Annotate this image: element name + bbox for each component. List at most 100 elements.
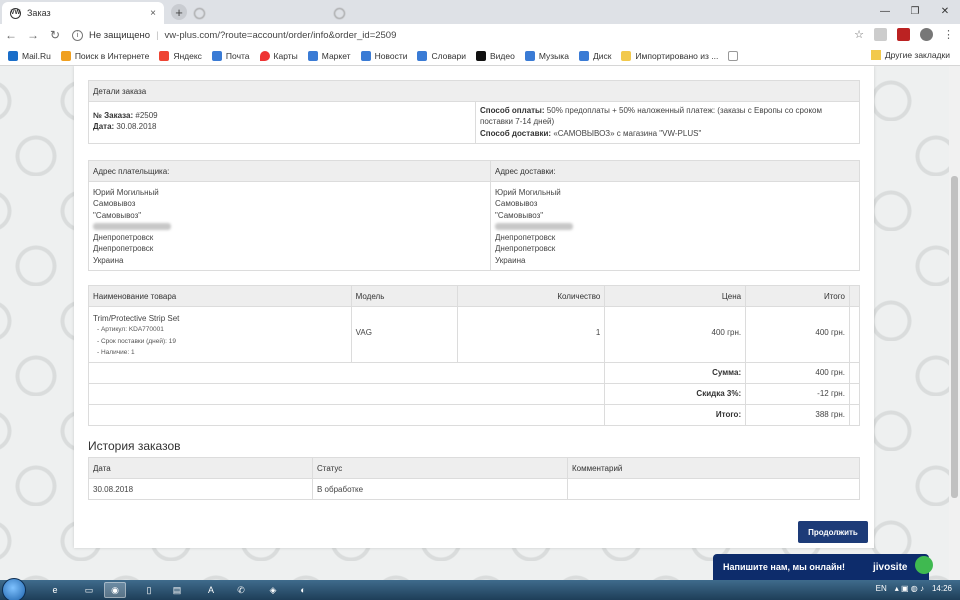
discount-label: Скидка 3%: (604, 382, 747, 405)
col-history-status: Статус (312, 457, 568, 479)
totals-actions (848, 382, 861, 405)
totals-spacer (87, 403, 606, 426)
security-label: Не защищено (89, 29, 151, 41)
subtotal-label: Сумма: (604, 361, 747, 384)
order-date: 30.08.2018 (116, 122, 157, 132)
jivosite-logo: jivosite (873, 561, 908, 573)
shipping-label: Способ доставки: (480, 128, 552, 138)
chrome-icon[interactable]: ◉ (104, 582, 126, 598)
delivery-address: Юрий Могильный Самовывоз "Самовывоз" Дне… (490, 180, 860, 272)
language-indicator[interactable]: EN (876, 584, 887, 593)
extension-shield-icon[interactable] (897, 28, 910, 41)
address-bar[interactable]: i Не защищено | vw-plus.com/?route=accou… (72, 26, 856, 44)
address-line: Самовывоз (93, 199, 136, 209)
start-button[interactable] (2, 578, 26, 600)
bookmark-market[interactable]: Маркет (307, 50, 351, 61)
bookmark-label: Маркет (321, 50, 351, 61)
bookmark-label: Карты (273, 50, 298, 61)
bookmark-label: Поиск в Интернете (74, 50, 150, 61)
app-icon[interactable]: ◈ (262, 582, 284, 598)
url-text[interactable]: vw-plus.com/?route=account/order/info&or… (165, 30, 397, 41)
vw-favicon-icon: VW (10, 7, 21, 19)
history-row: 30.08.2018 В обработке (88, 478, 860, 500)
other-bookmarks[interactable]: Другие закладки (870, 50, 950, 60)
address-line: Днепропетровск (93, 233, 154, 243)
payment-label: Способ оплаты: (480, 106, 545, 115)
bookmark-mailru[interactable]: Mail.Ru (8, 50, 51, 61)
explorer-icon[interactable]: ▭ (78, 582, 100, 598)
order-history-title: История заказов (88, 439, 181, 453)
yandex-icon (159, 50, 170, 61)
redacted-line (495, 221, 855, 232)
address-line: Украина (495, 255, 526, 265)
ie-icon[interactable]: e (44, 582, 66, 598)
order-details-header: Детали заказа (88, 80, 860, 102)
bookmark-star-icon[interactable]: ☆ (854, 28, 864, 41)
col-price: Цена (604, 285, 747, 307)
chat-text: Напишите нам, мы онлайн! (723, 562, 845, 572)
product-option: - Артикул: KDA770001 (97, 326, 164, 334)
bookmark-music[interactable]: Музыка (524, 50, 569, 61)
address-line: "Самовывоз" (495, 210, 544, 220)
bookmark-maps[interactable]: Карты (259, 50, 298, 61)
viber-icon[interactable]: ✆ (230, 582, 252, 598)
bookmark-label: Видео (490, 50, 515, 61)
bookmark-mail[interactable]: Почта (211, 50, 250, 61)
totals-spacer (87, 382, 606, 405)
info-icon[interactable]: i (72, 29, 83, 41)
bookmark-yandex[interactable]: Яндекс (159, 50, 202, 61)
chat-widget[interactable]: Напишите нам, мы онлайн! jivosite (713, 554, 933, 580)
bookmark-label: Почта (225, 50, 250, 61)
browser-toolbar: ← → ↻ i Не защищено | vw-plus.com/?route… (0, 24, 960, 46)
tray-icons[interactable]: ▴ ▣ ◍ ♪ (895, 584, 924, 593)
menu-dots-icon[interactable]: ⋮ (943, 28, 954, 41)
product-name: Trim/Protective Strip Set (93, 314, 180, 323)
tab-background-2[interactable] (326, 2, 466, 24)
app-icon[interactable]: ▤ (166, 582, 188, 598)
totals-actions (848, 361, 861, 384)
bookmark-dictionaries[interactable]: Словари (417, 50, 466, 61)
reload-icon[interactable]: ↻ (44, 28, 66, 42)
tab-close-icon[interactable]: × (150, 8, 156, 19)
new-tab-button[interactable]: + (171, 4, 187, 20)
app-icon[interactable]: A (200, 582, 222, 598)
page-scrollbar[interactable] (949, 66, 960, 580)
app-icon[interactable]: ▯ (138, 582, 160, 598)
bookmark-imported[interactable]: Импортировано из ... (621, 50, 719, 61)
forward-icon[interactable]: → (22, 28, 44, 42)
close-window-button[interactable]: ✕ (930, 0, 960, 22)
order-no: #2509 (135, 111, 158, 120)
bookmark-label: Диск (592, 50, 612, 61)
bookmark-label: Новости (374, 50, 408, 61)
product-quantity: 1 (456, 306, 606, 363)
products-table: Наименование товара Модель Количество Це… (87, 285, 861, 426)
totals-spacer (87, 361, 606, 384)
app-icon[interactable]: ◐ (292, 582, 314, 598)
page-icon (211, 50, 222, 61)
chat-status-icon (915, 556, 933, 574)
bookmark-video[interactable]: Видео (476, 50, 515, 61)
bookmark-search[interactable]: Поиск в Интернете (60, 50, 150, 61)
totals-row: Скидка 3%: -12 грн. (87, 382, 861, 405)
order-card: Детали заказа № Заказа: #2509 Дата: 30.0… (74, 66, 874, 548)
folder-icon (621, 50, 632, 61)
subtotal-value: 400 грн. (745, 361, 850, 384)
clock[interactable]: 14:26 (932, 584, 952, 593)
extension-cloud-icon[interactable] (874, 28, 887, 41)
tab-background-1[interactable] (186, 2, 326, 24)
product-model: VAG (350, 306, 458, 363)
minimize-button[interactable]: — (870, 0, 900, 22)
scrollbar-thumb[interactable] (951, 176, 958, 498)
back-icon[interactable]: ← (0, 28, 22, 42)
bookmark-disk[interactable]: Диск (578, 50, 612, 61)
profile-avatar-icon[interactable] (920, 28, 933, 41)
tab-order[interactable]: VW Заказ × (2, 2, 164, 24)
address-line: Днепропетровск (495, 244, 556, 254)
maximize-button[interactable]: ❐ (900, 0, 930, 22)
bookmark-news[interactable]: Новости (360, 50, 408, 61)
page-icon (307, 50, 318, 61)
bookmark-label: Импортировано из ... (635, 50, 719, 61)
continue-button[interactable]: Продолжить (798, 521, 868, 543)
bookmark-blank[interactable] (728, 50, 739, 61)
windows-taskbar: e ▭ ◉ ▯ ▤ A ✆ ◈ ◐ EN ▴ ▣ ◍ ♪ 14:26 (0, 578, 960, 600)
